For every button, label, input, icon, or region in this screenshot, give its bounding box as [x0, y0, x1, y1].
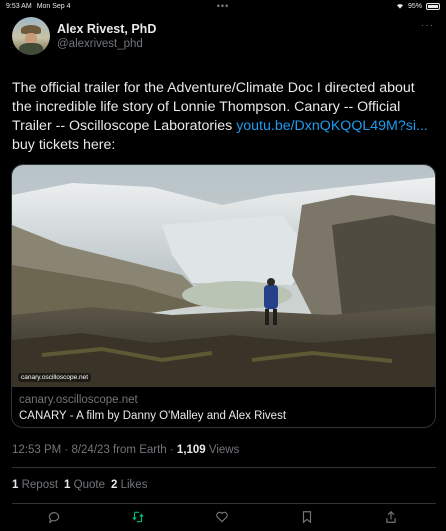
- quotes-count: 1: [64, 479, 71, 491]
- quotes-label: Quote: [73, 479, 105, 491]
- author-handle[interactable]: @alexrivest_phd: [57, 38, 143, 50]
- action-bar: [0, 510, 446, 528]
- engagement-stats: 1 Repost 1 Quote 2 Likes: [12, 479, 147, 491]
- tweet-timestamp[interactable]: 12:53 PM · 8/24/23 from Earth ·: [12, 444, 177, 456]
- reposts-stat[interactable]: 1 Repost: [12, 479, 58, 491]
- views-count: 1,109: [176, 444, 206, 456]
- more-options-icon[interactable]: ···: [421, 20, 434, 31]
- tweet-text: The official trailer for the Adventure/C…: [12, 79, 436, 155]
- reply-icon[interactable]: [47, 510, 61, 524]
- multitasking-dots[interactable]: •••: [0, 2, 446, 11]
- share-icon[interactable]: [384, 510, 398, 524]
- reposts-count: 1: [12, 479, 19, 491]
- likes-label: Likes: [120, 479, 148, 491]
- card-image-domain-label: canary.oscilloscope.net: [18, 373, 92, 382]
- tweet-link[interactable]: youtu.be/DxnQKQQL49M?si...: [236, 118, 428, 134]
- repost-icon[interactable]: [131, 510, 145, 524]
- bookmark-icon[interactable]: [300, 510, 314, 524]
- card-domain[interactable]: canary.oscilloscope.net: [19, 394, 138, 406]
- likes-count: 2: [110, 479, 118, 491]
- link-card[interactable]: canary.oscilloscope.net canary.oscillosc…: [11, 164, 436, 428]
- status-bar: 9:53 AM Mon Sep 4 ••• 95%: [0, 0, 446, 12]
- card-title[interactable]: CANARY - A film by Danny O'Malley and Al…: [19, 410, 286, 422]
- divider: [12, 503, 436, 504]
- reposts-label: Repost: [21, 479, 59, 491]
- author-name[interactable]: Alex Rivest, PhD: [57, 22, 156, 36]
- avatar[interactable]: [12, 17, 50, 55]
- likes-stat[interactable]: 2 Likes: [111, 479, 147, 491]
- tweet-meta: 12:53 PM · 8/24/23 from Earth · 1,109 Vi…: [12, 444, 239, 456]
- divider: [12, 467, 436, 468]
- tweet-text-tail: buy tickets here:: [12, 137, 116, 153]
- tweet-detail-page: 9:53 AM Mon Sep 4 ••• 95% Alex Rivest, P…: [0, 0, 446, 531]
- views-label: Views: [205, 444, 240, 456]
- battery-icon: [426, 2, 440, 10]
- quotes-stat[interactable]: 1 Quote: [64, 479, 105, 491]
- card-image[interactable]: [12, 165, 436, 387]
- like-icon[interactable]: [215, 510, 229, 524]
